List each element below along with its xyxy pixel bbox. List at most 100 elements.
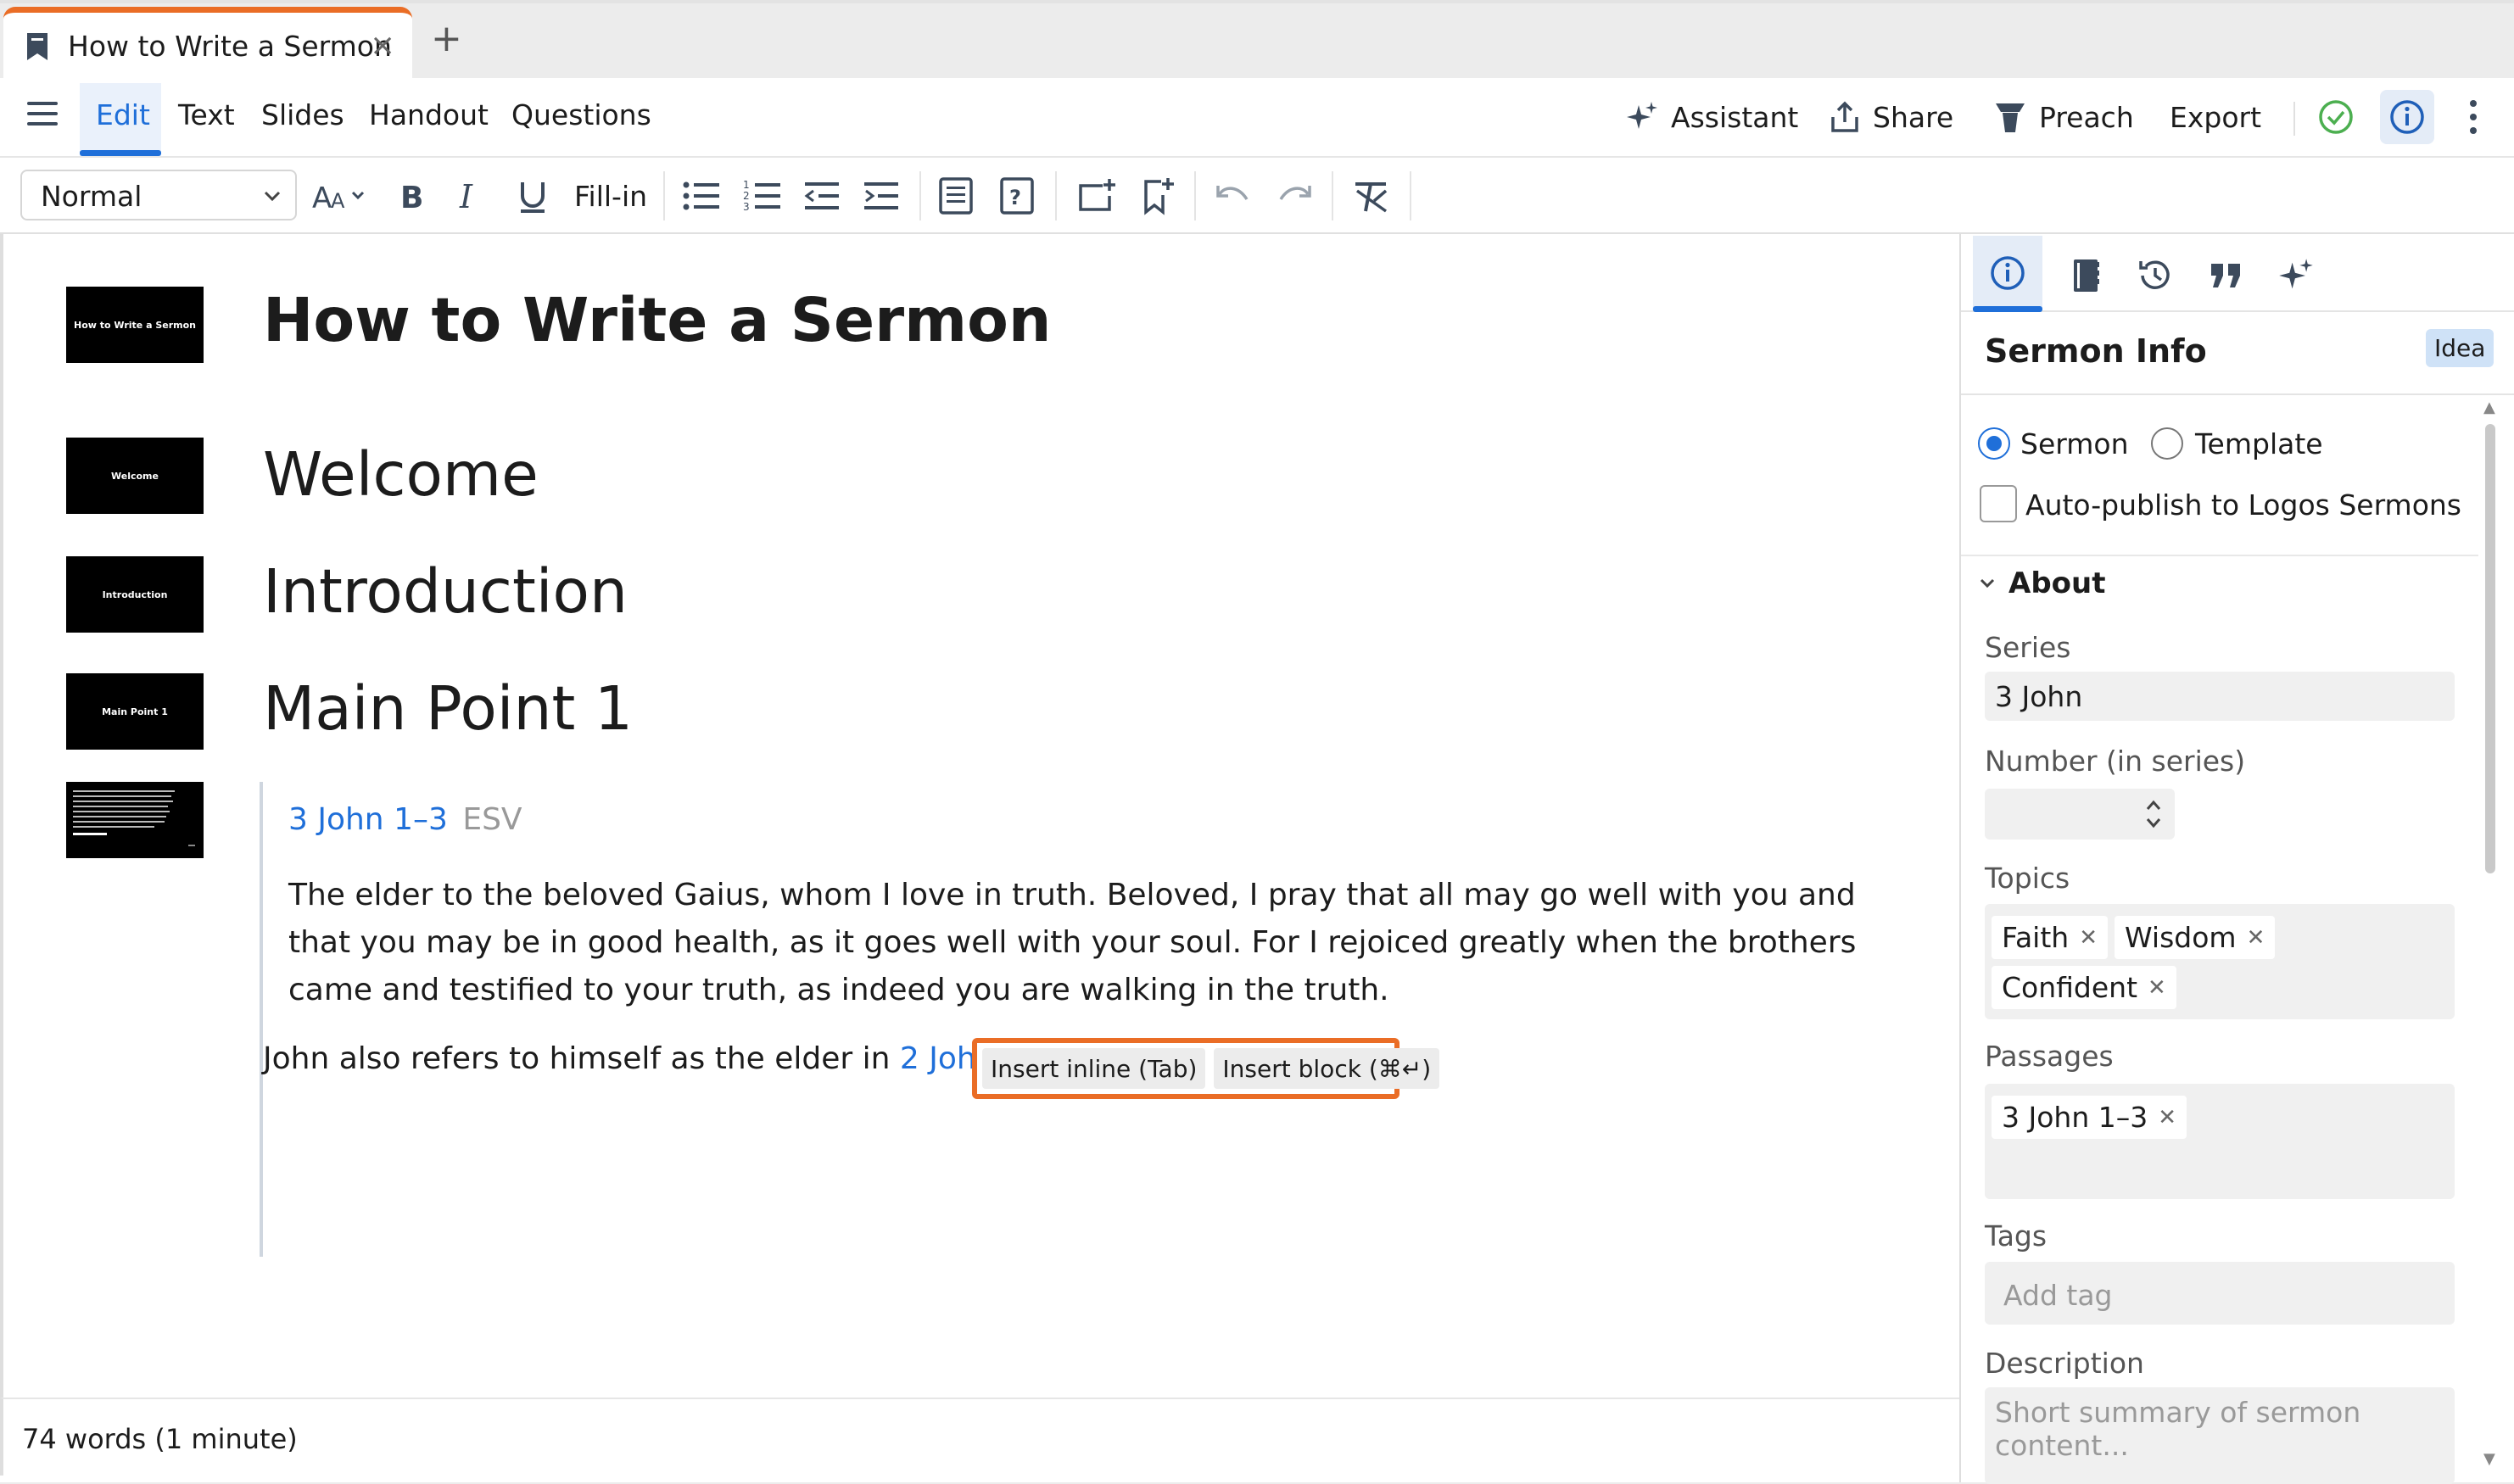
scroll-down-icon[interactable]: ▼ — [2483, 1450, 2495, 1468]
sync-status-check-icon[interactable] — [2317, 98, 2355, 136]
assistant-label: Assistant — [1671, 100, 1799, 134]
bullet-list-button[interactable] — [679, 175, 724, 217]
menu-tab-edit-label: Edit — [96, 98, 150, 131]
section-divider — [1961, 555, 2478, 556]
tags-input[interactable]: Add tag — [1985, 1262, 2455, 1325]
export-button[interactable]: Export — [2170, 97, 2261, 137]
paragraph-style-select[interactable]: Normal — [20, 170, 297, 220]
slide-thumbnail-passage[interactable] — [66, 782, 204, 858]
about-label: About — [2008, 566, 2106, 600]
topics-field[interactable]: Faith ✕ Wisdom ✕ Confident ✕ — [1985, 904, 2455, 1019]
svg-text:?: ? — [1009, 186, 1021, 209]
remove-passage-icon[interactable]: ✕ — [2158, 1105, 2176, 1130]
add-bookmark-button[interactable] — [1135, 175, 1181, 217]
template-radio[interactable] — [2151, 427, 2183, 460]
menu-tab-slides[interactable]: Slides — [261, 98, 344, 131]
topic-chip-label: Faith — [2002, 921, 2070, 954]
sermon-radio[interactable] — [1978, 427, 2010, 460]
font-size-button[interactable]: A A — [309, 175, 373, 217]
tags-label: Tags — [1985, 1219, 2048, 1252]
insert-block-button[interactable] — [933, 175, 979, 217]
menu-tab-text[interactable]: Text — [178, 98, 235, 131]
status-badge[interactable]: Idea — [2426, 329, 2494, 367]
slide-thumbnail[interactable]: Main Point 1 — [66, 673, 204, 750]
export-label: Export — [2170, 100, 2262, 134]
panel-title: Sermon Info — [1985, 332, 2207, 370]
share-button[interactable]: Share — [1829, 97, 1953, 137]
bold-button[interactable]: B — [392, 175, 433, 217]
panel-tab-notebook[interactable] — [2061, 251, 2110, 300]
italic-icon: I — [459, 178, 473, 215]
description-textarea[interactable]: Short summary of sermon content... — [1985, 1387, 2455, 1484]
passage-text: The elder to the beloved Gaius, whom I l… — [288, 878, 1857, 1007]
sermon-editor[interactable]: How to Write a Sermon How to Write a Ser… — [0, 234, 1959, 1398]
undo-icon — [1216, 186, 1249, 201]
passage-reference-link[interactable]: 3 John 1–3 — [288, 802, 448, 837]
slide-thumbnail[interactable]: Welcome — [66, 438, 204, 514]
slide-thumbnail-label: Main Point 1 — [102, 706, 168, 717]
passages-field[interactable]: 3 John 1–3 ✕ — [1985, 1084, 2455, 1199]
menu-tab-edit[interactable]: Edit — [80, 83, 161, 156]
about-section-header[interactable]: About — [1978, 566, 2105, 600]
question-icon: ? — [1000, 177, 1034, 215]
panel-tab-assistant[interactable] — [2271, 251, 2321, 300]
body-paragraph[interactable]: John also refers to himself as the elder… — [263, 1041, 1025, 1076]
underline-icon — [521, 182, 545, 213]
fill-in-button[interactable]: Fill-in — [570, 175, 651, 217]
series-label: Series — [1985, 631, 2071, 664]
indent-button[interactable] — [858, 175, 904, 217]
insert-question-button[interactable]: ? — [994, 175, 1040, 217]
close-tab-icon[interactable]: × — [370, 28, 395, 63]
italic-button[interactable]: I — [451, 175, 492, 217]
slide-thumbnail[interactable]: Introduction — [66, 556, 204, 633]
heading-welcome[interactable]: Welcome — [263, 439, 539, 510]
svg-text:B: B — [400, 181, 423, 215]
remove-topic-icon[interactable]: ✕ — [2079, 925, 2098, 951]
template-radio-label: Template — [2195, 427, 2323, 460]
slide-thumbnail[interactable]: How to Write a Sermon — [66, 287, 204, 363]
status-bar: 74 words (1 minute) — [0, 1398, 1959, 1476]
remove-topic-icon[interactable]: ✕ — [2148, 975, 2166, 1001]
passage-slide-preview — [73, 790, 195, 846]
heading-main-point-1[interactable]: Main Point 1 — [263, 673, 633, 744]
heading-introduction[interactable]: Introduction — [263, 556, 628, 627]
series-field[interactable]: 3 John — [1985, 672, 2455, 721]
document-title[interactable]: How to Write a Sermon — [263, 285, 1051, 355]
panel-tab-info[interactable] — [1973, 236, 2042, 312]
panel-tab-history[interactable] — [2131, 251, 2180, 300]
toolbar-divider — [1055, 171, 1057, 220]
outdent-button[interactable] — [799, 175, 845, 217]
hamburger-menu-icon[interactable] — [27, 102, 58, 129]
insert-block-label: Insert block (⌘↵) — [1222, 1054, 1432, 1083]
indent-icon — [864, 182, 898, 209]
more-options-icon[interactable] — [2456, 95, 2490, 139]
stepper-arrows-icon — [2146, 800, 2161, 828]
number-stepper[interactable] — [1985, 789, 2175, 840]
tags-placeholder: Add tag — [2003, 1279, 2113, 1312]
document-tab-icon — [27, 33, 47, 60]
redo-button[interactable] — [1272, 175, 1318, 217]
add-slide-button[interactable] — [1074, 175, 1120, 217]
menu-tab-questions[interactable]: Questions — [511, 98, 651, 131]
sparkle-icon — [1627, 102, 1657, 129]
paragraph-text: John also refers to himself as the elder… — [263, 1041, 900, 1076]
assistant-button[interactable]: Assistant — [1625, 97, 1798, 137]
document-tab[interactable]: How to Write a Sermon × — [3, 7, 412, 81]
panel-scrollbar-thumb[interactable] — [2485, 424, 2495, 873]
passage-version: ESV — [462, 802, 522, 837]
numbered-list-button[interactable]: 123 — [740, 175, 785, 217]
scroll-up-icon[interactable]: ▲ — [2483, 399, 2495, 416]
info-button[interactable] — [2380, 90, 2434, 144]
clear-formatting-button[interactable] — [1349, 175, 1394, 217]
insert-inline-button[interactable]: Insert inline (Tab) — [982, 1048, 1206, 1089]
underline-button[interactable] — [512, 175, 553, 217]
preach-button[interactable]: Preach — [1993, 97, 2134, 137]
autopublish-checkbox[interactable] — [1980, 485, 2017, 522]
undo-button[interactable] — [1210, 175, 1255, 217]
scripture-passage-block[interactable]: 3 John 1–3 ESV The elder to the beloved … — [260, 782, 1913, 1257]
menu-tab-handout[interactable]: Handout — [369, 98, 489, 131]
new-tab-button[interactable]: + — [431, 20, 462, 58]
remove-topic-icon[interactable]: ✕ — [2247, 925, 2265, 951]
insert-block-button[interactable]: Insert block (⌘↵) — [1214, 1048, 1440, 1089]
panel-tab-quotes[interactable] — [2202, 251, 2251, 300]
